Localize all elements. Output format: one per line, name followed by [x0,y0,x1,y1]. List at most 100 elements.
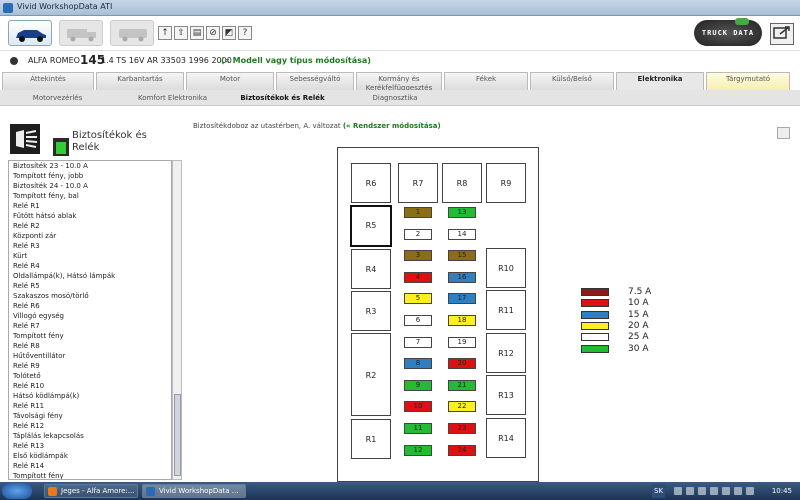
volume-icon[interactable] [722,487,730,495]
list-item[interactable]: Villogó egység [9,311,171,321]
sidebar-list[interactable]: Biztosíték 23 - 10.0 A Tompított fény, jo… [8,160,172,480]
tab-attekintes[interactable]: Áttekintés [2,72,94,90]
fuse-12[interactable]: 12 [404,444,432,456]
tab-motor[interactable]: Motor [186,72,274,90]
fuse-14[interactable]: 14 [448,228,476,240]
list-item[interactable]: Relé R8 [9,341,171,351]
relay-r5[interactable]: R5 [350,205,392,247]
tab-elektronika[interactable]: Elektronika [616,72,704,90]
tab-targymutato[interactable]: Tárgymutató [706,72,790,90]
tab-fekek[interactable]: Fékek [444,72,528,90]
fuse-6[interactable]: 6 [404,315,432,326]
fuse-19[interactable]: 19 [448,336,476,348]
list-item[interactable]: Biztosíték 23 - 10.0 A [9,161,171,171]
fuse-16[interactable]: 16 [448,271,476,283]
change-model-link[interactable]: (« Modell vagy típus módosítása) [221,56,371,65]
list-item[interactable]: Tompított fény [9,471,171,479]
list-item[interactable]: Biztosíték 24 - 10.0 A [9,181,171,191]
tools-icon[interactable]: ⊘ [206,26,220,40]
list-item[interactable]: Hátsó ködlámpá(k) [9,391,171,401]
tray-icon[interactable] [686,487,694,495]
list-item[interactable]: Relé R12 [9,421,171,431]
list-item[interactable]: Relé R4 [9,261,171,271]
list-item[interactable]: Relé R9 [9,361,171,371]
list-item[interactable]: Relé R6 [9,301,171,311]
list-item[interactable]: Relé R10 [9,381,171,391]
fuse-5[interactable]: 5 [404,293,432,305]
relay-r2[interactable]: R2 [351,333,391,416]
relay-r6[interactable]: R6 [351,163,391,203]
fuse-8[interactable]: 8 [404,358,432,370]
truck-mode-button[interactable] [59,20,103,46]
fuse-7[interactable]: 7 [404,336,432,348]
relay-r7[interactable]: R7 [398,163,438,203]
tray-icon[interactable] [674,487,682,495]
relay-r4[interactable]: R4 [351,249,391,289]
print-icon[interactable]: ◩ [222,26,236,40]
print-view-button[interactable] [777,127,790,139]
list-item[interactable]: Tompított fény, bal [9,191,171,201]
task-vivid-workshopdata[interactable]: Vivid WorkshopData ... [142,484,246,498]
list-item[interactable]: Relé R1 [9,201,171,211]
jack-icon[interactable]: ↑ [158,26,172,40]
relay-r11[interactable]: R11 [486,290,526,330]
list-item[interactable]: Relé R2 [9,221,171,231]
list-item[interactable]: Tolótető [9,371,171,381]
car-mode-button[interactable] [8,20,52,46]
fuse-1[interactable]: 1 [404,207,432,218]
fuse-10[interactable]: 10 [404,401,432,413]
subtab-komfort-elektronika[interactable]: Komfort Elektronika [120,90,225,106]
fuse-4[interactable]: 4 [404,271,432,283]
fuse-20[interactable]: 20 [448,358,476,370]
list-item[interactable]: Relé R7 [9,321,171,331]
list-item[interactable]: Hűtőventillátor [9,351,171,361]
tray-icon[interactable] [746,487,754,495]
subtab-biztositekok-es-relek[interactable]: Biztosítékok és Relék [225,90,340,106]
fuse-23[interactable]: 23 [448,423,476,434]
fuse-9[interactable]: 9 [404,379,432,391]
relay-r13[interactable]: R13 [486,375,526,415]
van-mode-button[interactable] [110,20,154,46]
list-item[interactable]: Oldallámpá(k), Hátsó lámpák [9,271,171,281]
window-mode-button[interactable] [770,23,794,45]
help-icon[interactable]: ? [238,26,252,40]
fuse-13[interactable]: 13 [448,207,476,218]
subtab-motorvezerles[interactable]: Motorvezérlés [10,90,105,106]
list-item[interactable]: Tompított fény [9,331,171,341]
lift-icon[interactable]: ⇧ [174,26,188,40]
list-item[interactable]: Fűtött hátsó ablak [9,211,171,221]
relay-r14[interactable]: R14 [486,418,526,458]
start-button[interactable] [2,483,32,499]
list-item[interactable]: Kürt [9,251,171,261]
list-item[interactable]: Relé R5 [9,281,171,291]
relay-r10[interactable]: R10 [486,248,526,288]
list-item[interactable]: Távolsági fény [9,411,171,421]
manual-icon[interactable]: ▤ [190,26,204,40]
list-item[interactable]: Tompított fény, jobb [9,171,171,181]
list-item[interactable]: Szakaszos mosó/törlő [9,291,171,301]
language-indicator[interactable]: SK [652,484,666,498]
relay-r9[interactable]: R9 [486,163,526,203]
change-system-link[interactable]: (« Rendszer módosítása) [343,122,441,130]
list-item[interactable]: Relé R13 [9,441,171,451]
list-item[interactable]: Első ködlámpák [9,451,171,461]
network-icon[interactable] [710,487,718,495]
relay-r1[interactable]: R1 [351,419,391,459]
relay-r8[interactable]: R8 [442,163,482,203]
fuse-18[interactable]: 18 [448,315,476,326]
tab-kormany[interactable]: Kormány és Kerékfelfüggesztés [356,72,442,92]
tray-icon[interactable] [734,487,742,495]
sidebar-scrollbar[interactable] [172,160,182,480]
list-item[interactable]: Relé R14 [9,461,171,471]
tray-icon[interactable] [698,487,706,495]
fuse-3[interactable]: 3 [404,250,432,262]
tab-kulso-belso[interactable]: Külső/Belső [530,72,614,90]
fuse-17[interactable]: 17 [448,293,476,305]
list-item[interactable]: Relé R3 [9,241,171,251]
list-item[interactable]: Táplálás lekapcsolás [9,431,171,441]
list-item[interactable]: Relé R11 [9,401,171,411]
fuse-15[interactable]: 15 [448,250,476,262]
fuse-24[interactable]: 24 [448,444,476,456]
task-firefox[interactable]: Jeges - Alfa Amore:... [44,484,138,498]
list-item[interactable]: Központi zár [9,231,171,241]
